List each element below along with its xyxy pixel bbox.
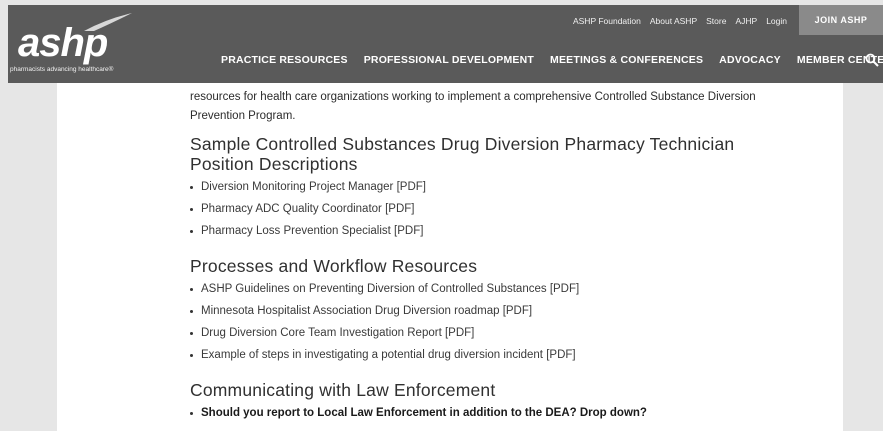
list-item[interactable]: Example of steps in investigating a pote… (190, 344, 790, 366)
law-enforcement-list: Should you report to Local Law Enforceme… (190, 402, 790, 424)
nav-practice-resources[interactable]: PRACTICE RESOURCES (221, 54, 348, 66)
list-item[interactable]: Drug Diversion Core Team Investigation R… (190, 322, 790, 344)
search-icon[interactable] (865, 53, 879, 67)
site-header: ashp pharmacists advancing healthcare® A… (8, 5, 883, 83)
list-item[interactable]: Minnesota Hospitalist Association Drug D… (190, 300, 790, 322)
main-nav: PRACTICE RESOURCES PROFESSIONAL DEVELOPM… (221, 54, 883, 66)
heading-position-descriptions: Sample Controlled Substances Drug Divers… (190, 134, 735, 174)
util-link-store[interactable]: Store (706, 16, 726, 26)
nav-professional-development[interactable]: PROFESSIONAL DEVELOPMENT (364, 54, 534, 66)
main-content: resources for health care organizations … (57, 83, 843, 431)
content-inner: resources for health care organizations … (190, 83, 790, 424)
list-item[interactable]: Should you report to Local Law Enforceme… (190, 402, 790, 424)
join-ashp-button[interactable]: JOIN ASHP (799, 5, 883, 35)
heading-processes-workflow: Processes and Workflow Resources (190, 256, 478, 276)
list-item[interactable]: Pharmacy Loss Prevention Specialist [PDF… (190, 220, 790, 242)
heading-law-enforcement: Communicating with Law Enforcement (190, 380, 496, 400)
list-item[interactable]: ASHP Guidelines on Preventing Diversion … (190, 278, 790, 300)
util-link-login[interactable]: Login (766, 16, 787, 26)
util-link-about-ashp[interactable]: About ASHP (650, 16, 697, 26)
dropdown-question[interactable]: Should you report to Local Law Enforceme… (201, 407, 647, 419)
nav-meetings-conferences[interactable]: MEETINGS & CONFERENCES (550, 54, 703, 66)
ashp-logo[interactable]: ashp (18, 23, 108, 63)
utility-nav: ASHP Foundation About ASHP Store AJHP Lo… (573, 16, 787, 26)
processes-workflow-list: ASHP Guidelines on Preventing Diversion … (190, 278, 790, 366)
pdf-link[interactable]: Pharmacy ADC Quality Coordinator [PDF] (201, 203, 414, 215)
pdf-link[interactable]: Drug Diversion Core Team Investigation R… (201, 327, 474, 339)
util-link-ashp-foundation[interactable]: ASHP Foundation (573, 16, 641, 26)
intro-text: resources for health care organizations … (190, 91, 756, 122)
nav-advocacy[interactable]: ADVOCACY (719, 54, 781, 66)
pdf-link[interactable]: Diversion Monitoring Project Manager [PD… (201, 181, 426, 193)
pdf-link[interactable]: Pharmacy Loss Prevention Specialist [PDF… (201, 225, 423, 237)
list-item[interactable]: Pharmacy ADC Quality Coordinator [PDF] (190, 198, 790, 220)
util-link-ajhp[interactable]: AJHP (735, 16, 757, 26)
pdf-link[interactable]: Example of steps in investigating a pote… (201, 349, 576, 361)
list-item[interactable]: Diversion Monitoring Project Manager [PD… (190, 176, 790, 198)
logo-tagline: pharmacists advancing healthcare® (10, 66, 114, 73)
pdf-link[interactable]: Minnesota Hospitalist Association Drug D… (201, 305, 532, 317)
pdf-link[interactable]: ASHP Guidelines on Preventing Diversion … (201, 283, 579, 295)
position-descriptions-list: Diversion Monitoring Project Manager [PD… (190, 176, 790, 242)
